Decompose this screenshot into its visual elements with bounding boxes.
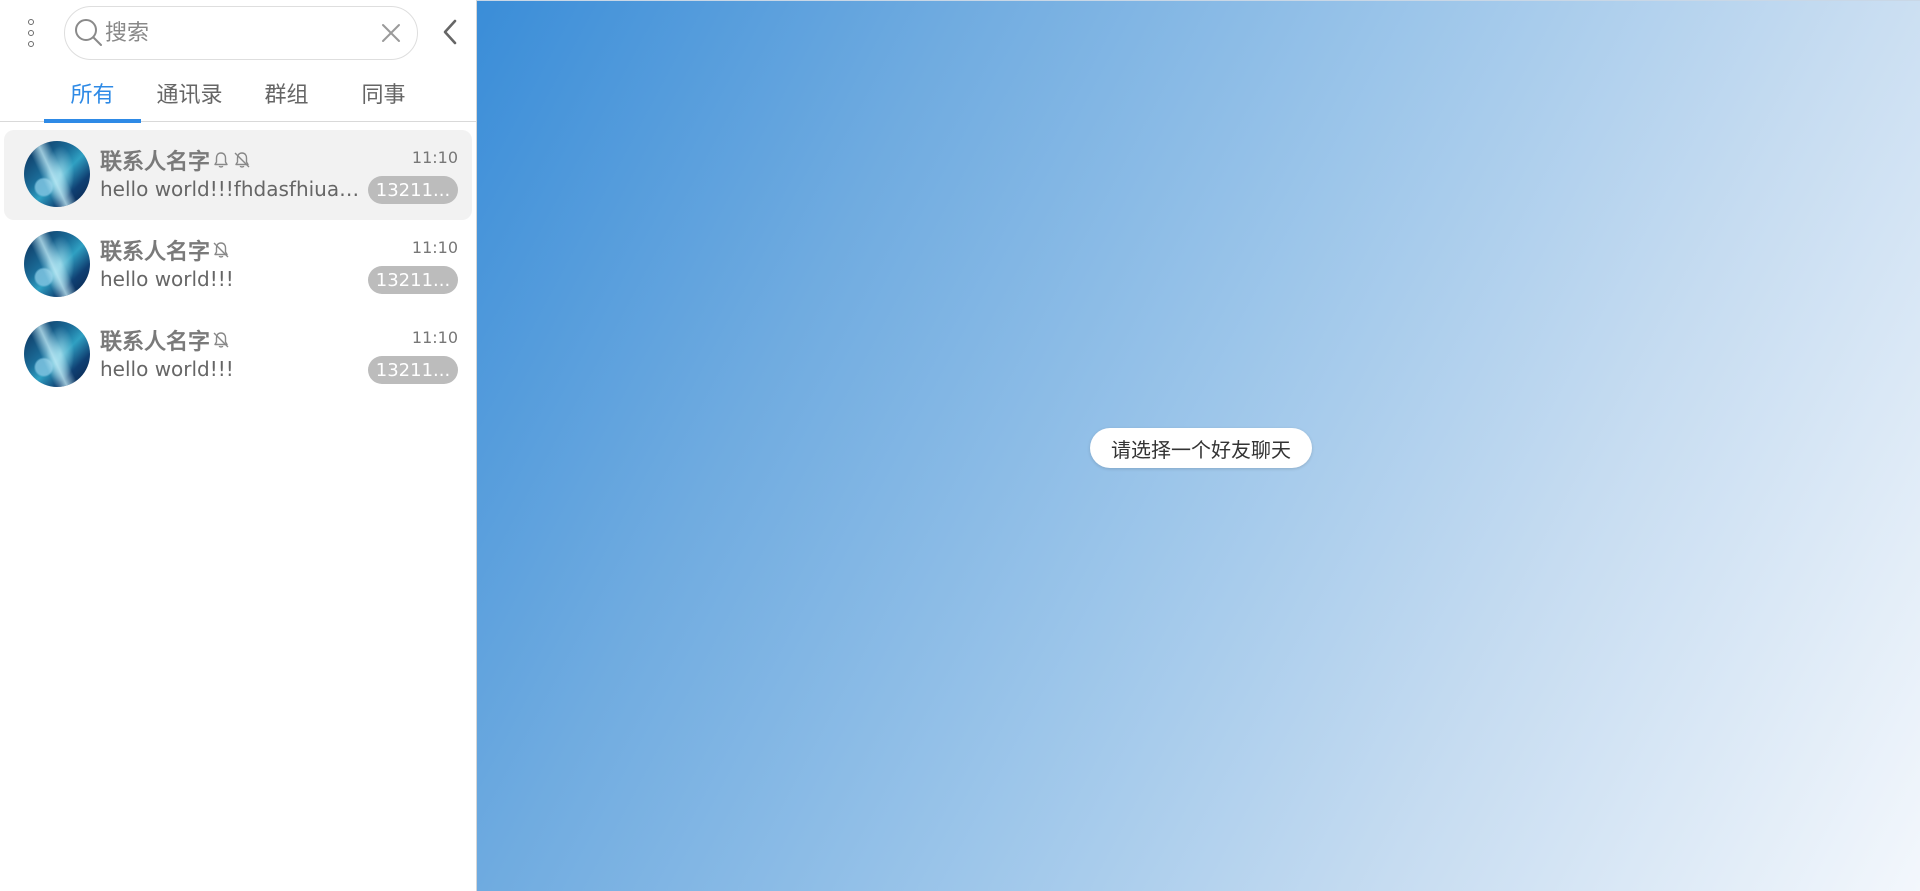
clear-search-icon[interactable] (379, 15, 403, 51)
conversation-name-row: 联系人名字 (100, 236, 231, 265)
more-dot-icon (28, 19, 34, 25)
more-dot-icon (28, 30, 34, 36)
chat-main-area: 请选择一个好友聊天 (477, 0, 1920, 891)
search-icon (73, 13, 105, 53)
unread-badge: 13211... (368, 176, 458, 204)
contact-tabs: 所有 通讯录 群组 同事 (0, 64, 476, 123)
unread-badge: 13211... (368, 356, 458, 384)
conversation-list: 联系人名字 11:10 hello world!!!fhdasfhiuas...… (0, 122, 476, 400)
tab-all[interactable]: 所有 (44, 64, 141, 123)
unread-badge: 13211... (368, 266, 458, 294)
collapse-sidebar-button[interactable] (434, 14, 466, 50)
avatar (24, 321, 90, 387)
avatar (24, 231, 90, 297)
message-time: 11:10 (411, 148, 458, 167)
search-box (64, 6, 418, 60)
chevron-left-icon (443, 19, 457, 45)
message-preview: hello world!!! (100, 267, 234, 291)
contact-name: 联系人名字 (100, 330, 211, 355)
select-friend-hint: 请选择一个好友聊天 (1090, 428, 1312, 468)
sidebar-topbar (0, 0, 476, 64)
bell-icon (211, 150, 231, 170)
conversation-item[interactable]: 联系人名字 11:10 hello world!!!fhdasfhiuas...… (4, 130, 472, 220)
conversation-item[interactable]: 联系人名字 11:10 hello world!!! 13211... (4, 220, 472, 310)
more-menu-button[interactable] (20, 14, 42, 52)
avatar (24, 141, 90, 207)
message-time: 11:10 (411, 328, 458, 347)
contact-name: 联系人名字 (100, 150, 211, 175)
tab-groups[interactable]: 群组 (238, 64, 335, 122)
contact-name: 联系人名字 (100, 240, 211, 265)
conversation-item[interactable]: 联系人名字 11:10 hello world!!! 13211... (4, 310, 472, 400)
more-dot-icon (28, 41, 34, 47)
sidebar: 所有 通讯录 群组 同事 联系人名字 (0, 0, 477, 891)
message-preview: hello world!!! (100, 357, 234, 381)
message-time: 11:10 (411, 238, 458, 257)
search-input[interactable] (105, 13, 379, 53)
chat-app: 所有 通讯录 群组 同事 联系人名字 (0, 0, 1920, 891)
conversation-name-row: 联系人名字 (100, 146, 252, 175)
message-preview: hello world!!!fhdasfhiuas... (100, 177, 360, 201)
bell-off-icon (211, 240, 231, 260)
tab-contacts[interactable]: 通讯录 (141, 64, 238, 122)
conversation-name-row: 联系人名字 (100, 326, 231, 355)
tab-colleagues[interactable]: 同事 (335, 64, 432, 122)
bell-off-icon (232, 150, 252, 170)
bell-off-icon (211, 330, 231, 350)
